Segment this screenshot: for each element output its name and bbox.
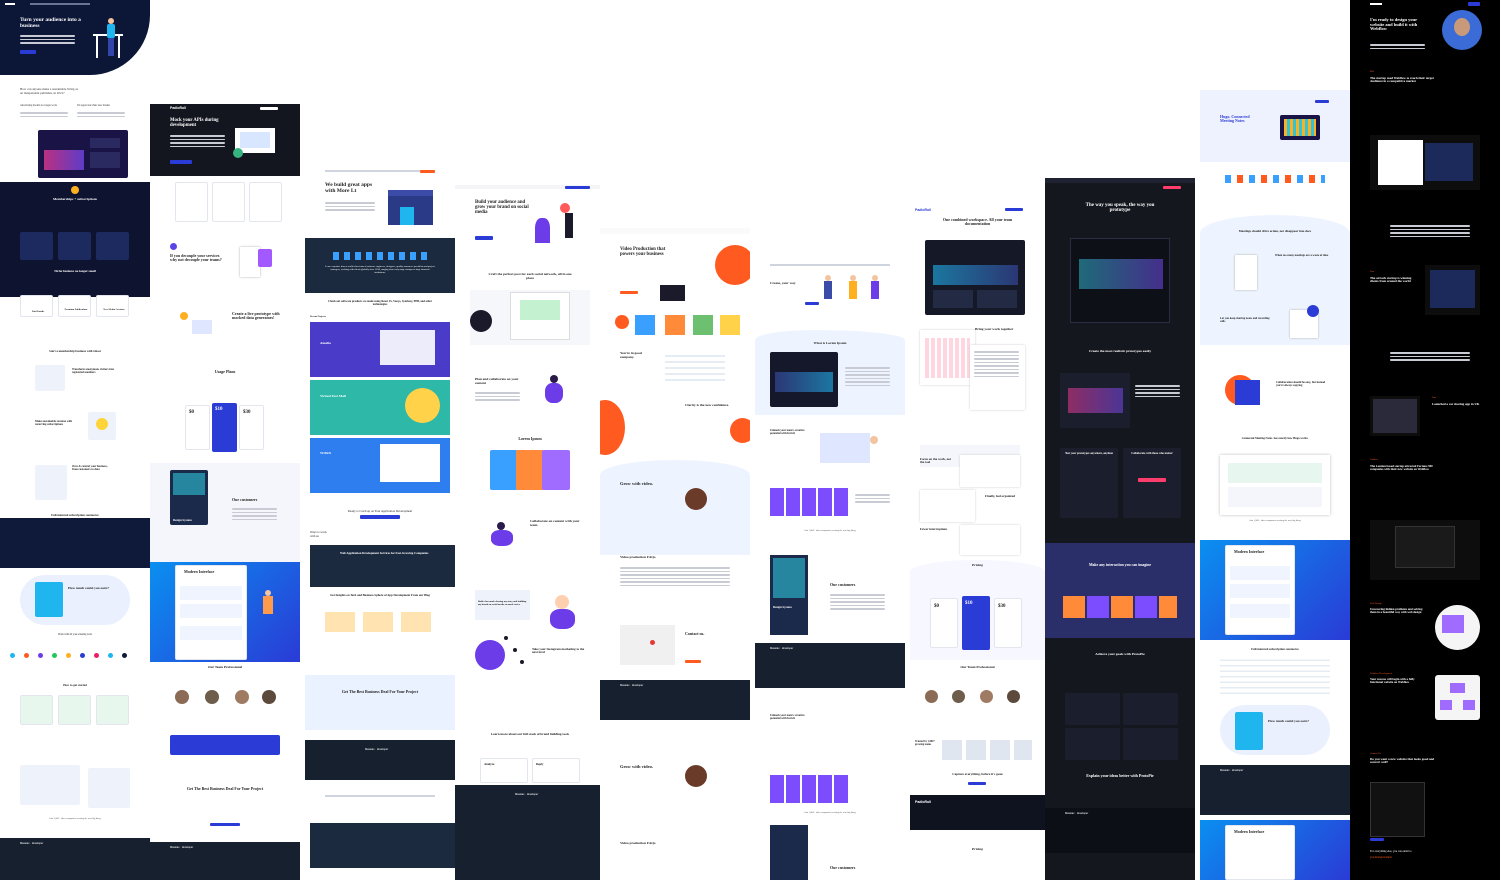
hero-illustration — [88, 16, 128, 61]
footer: Massiac · developer — [0, 838, 150, 880]
gift-icon — [71, 186, 79, 194]
dashboard-image — [38, 130, 128, 178]
page-thumb-6[interactable]: Create, your way What is Lorem Ipsum Unl… — [755, 0, 905, 880]
page-thumb-5[interactable]: Video Production that powers your busine… — [600, 0, 750, 880]
hero-title: Turn your audience into a business — [20, 17, 81, 29]
page-thumb-7[interactable]: PadloRoll One combined workspace. All yo… — [910, 0, 1045, 880]
page-thumb-2[interactable]: PadloRoll Mock your APIs during developm… — [150, 0, 300, 880]
page-thumb-10[interactable]: I'm ready to design your website and bui… — [1350, 0, 1500, 880]
page-thumb-8[interactable]: The way you speak, the way you prototype… — [1045, 178, 1195, 880]
integration-icons — [1225, 175, 1325, 183]
question: How can anyone make a sustainable living… — [20, 87, 78, 95]
page-thumb-1[interactable]: Turn your audience into a business How c… — [0, 0, 150, 880]
facebook-icon — [504, 636, 508, 640]
cta-button[interactable] — [20, 50, 36, 54]
nav-logo — [5, 3, 15, 5]
page-thumb-9[interactable]: Hugo. Connected Meeting Notes Meetings s… — [1200, 0, 1350, 880]
tech-logos — [333, 252, 428, 260]
page-thumb-4[interactable]: Build your audience and grow your brand … — [455, 0, 605, 880]
twitter-icon — [520, 660, 524, 664]
page-thumb-3[interactable]: We build great apps with More Lt Lease e… — [305, 0, 455, 880]
submit-button[interactable] — [1370, 838, 1384, 841]
instagram-icon — [513, 648, 517, 652]
nav-links[interactable] — [30, 3, 90, 5]
contact-form[interactable] — [1370, 782, 1425, 837]
integration-icons — [10, 645, 140, 665]
